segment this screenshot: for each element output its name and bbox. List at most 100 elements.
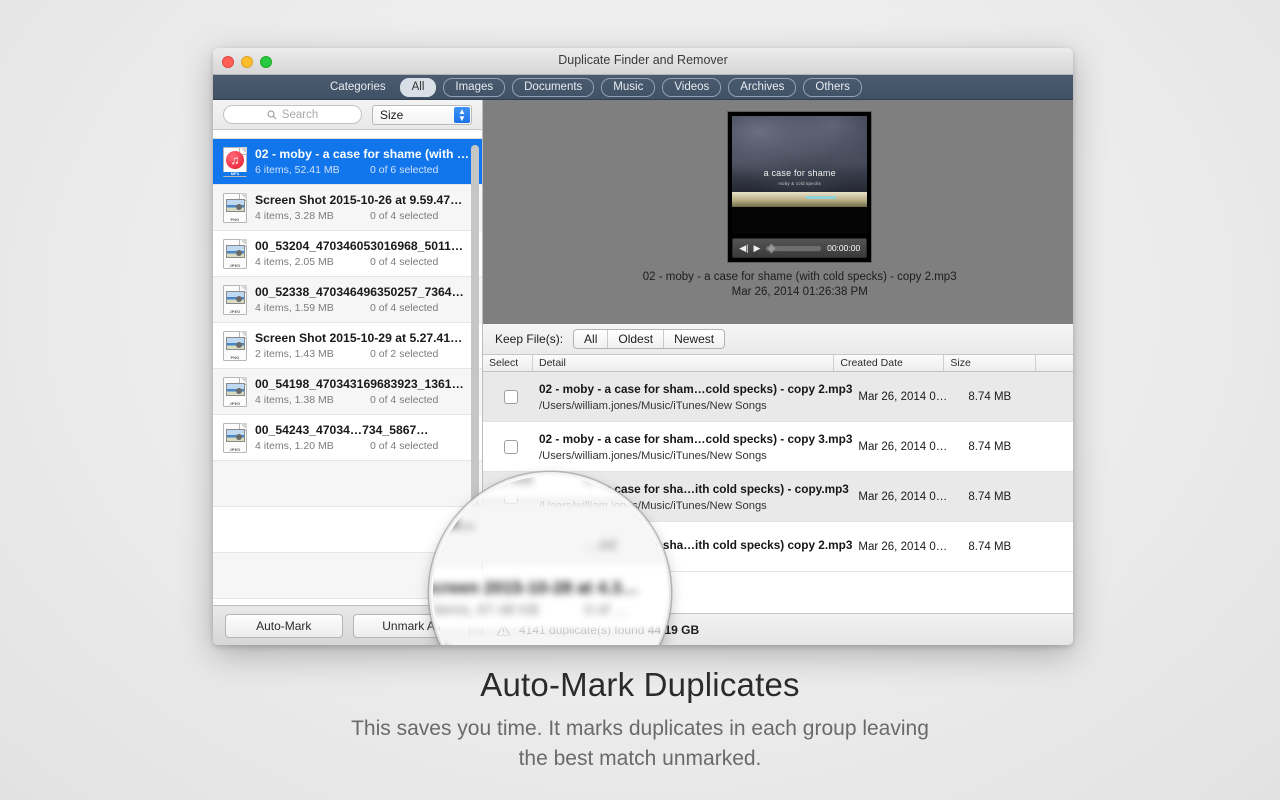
row-size: 8.74 MB bbox=[968, 490, 1012, 503]
group-title: 00_54198_470343169683923_1361… bbox=[255, 377, 464, 391]
tab-others[interactable]: Others bbox=[803, 77, 862, 97]
tab-videos[interactable]: Videos bbox=[662, 77, 722, 97]
row-size: 8.74 MB bbox=[968, 440, 1012, 453]
list-item[interactable]: JPEG 00_54198_470343169683923_1361… 4 it… bbox=[213, 369, 482, 415]
row-checkbox[interactable] bbox=[504, 539, 518, 554]
row-checkbox[interactable] bbox=[504, 489, 518, 504]
keep-all-button[interactable]: All bbox=[574, 330, 609, 348]
row-size: 8.74 MB bbox=[968, 540, 1012, 553]
table-row[interactable]: 02 - moby - a case for sha…ith cold spec… bbox=[483, 522, 1073, 572]
audio-player-controls[interactable]: ◀| ▶ 00:00:00 bbox=[732, 238, 868, 258]
jpeg-file-icon: JPEG bbox=[223, 238, 247, 269]
playback-time: 00:00:00 bbox=[827, 243, 861, 253]
list-item[interactable]: ♫ MP3 02 - moby - a case for shame (with… bbox=[213, 139, 482, 185]
row-size: 8.74 MB bbox=[968, 390, 1012, 403]
sidebar-footer: Auto-Mark Unmark All bbox=[213, 605, 482, 645]
row-file-name: 02 - moby - a case for sham…cold specks)… bbox=[539, 431, 853, 446]
list-item[interactable]: PNG Screen Shot 2015-10-26 at 9.59.47… 4… bbox=[213, 185, 482, 231]
row-created-date: Mar 26, 2014 0… bbox=[858, 490, 948, 503]
list-item[interactable]: JPEG 00_53204_470346053016968_5011… 4 it… bbox=[213, 231, 482, 277]
row-file-name: 02 - moby - a case for sham…cold specks)… bbox=[539, 381, 853, 396]
mp3-file-icon: ♫ MP3 bbox=[223, 146, 247, 177]
duplicate-files-table: 02 - moby - a case for sham…cold specks)… bbox=[483, 372, 1073, 613]
group-selected: 0 of 4 selected bbox=[370, 210, 439, 222]
row-file-path: /Users/william.jones/Music/iTunes/New So… bbox=[539, 449, 767, 462]
tab-music[interactable]: Music bbox=[601, 77, 656, 97]
tab-archives[interactable]: Archives bbox=[728, 77, 797, 97]
group-title: 00_54243_47034…734_5867… bbox=[255, 423, 429, 437]
list-item[interactable]: JPEG 00_52338_470346496350257_7364… 4 it… bbox=[213, 277, 482, 323]
list-item[interactable]: PNG Screen Shot 2015-10-29 at 5.27.41… 2… bbox=[213, 323, 482, 369]
keep-files-label: Keep File(s): bbox=[495, 332, 564, 346]
row-file-path: /Users/william.jones/Music/iTunes/New So… bbox=[539, 399, 767, 412]
list-item[interactable] bbox=[213, 461, 482, 507]
column-header-select[interactable]: Select bbox=[483, 355, 533, 371]
group-selected: 0 of 4 selected bbox=[370, 302, 439, 314]
search-icon bbox=[267, 109, 277, 119]
caption-heading: Auto-Mark Duplicates bbox=[480, 666, 800, 703]
jpeg-file-icon: JPEG bbox=[223, 422, 247, 453]
column-header-created-date[interactable]: Created Date bbox=[834, 355, 945, 371]
png-file-icon: PNG bbox=[223, 330, 247, 361]
group-list[interactable]: ♫ MP3 02 - moby - a case for shame (with… bbox=[213, 139, 482, 605]
group-items: 4 items, 3.28 MB bbox=[255, 210, 334, 222]
group-items: 2 items, 1.43 MB bbox=[255, 348, 334, 360]
row-created-date: Mar 26, 2014 0… bbox=[858, 540, 948, 553]
jpeg-file-icon: JPEG bbox=[223, 376, 247, 407]
file-preview: a case for shame moby & cold specks ◀| ▶… bbox=[483, 100, 1073, 324]
chevron-updown-icon: ▲ ▼ bbox=[454, 106, 470, 123]
sidebar-scrollbar-thumb[interactable] bbox=[471, 145, 479, 545]
group-items: 4 items, 2.05 MB bbox=[255, 256, 334, 268]
column-header-size[interactable]: Size bbox=[944, 355, 1037, 371]
group-selected: 0 of 4 selected bbox=[370, 256, 439, 268]
search-input[interactable]: Search bbox=[223, 105, 362, 124]
playback-knob[interactable] bbox=[766, 243, 777, 253]
list-top-spacer bbox=[213, 130, 482, 139]
column-header-blank-1[interactable] bbox=[1036, 355, 1073, 371]
auto-mark-button[interactable]: Auto-Mark bbox=[225, 613, 343, 638]
tab-images[interactable]: Images bbox=[443, 77, 506, 97]
row-file-name: 02 - moby - a case for sha…ith cold spec… bbox=[539, 481, 849, 496]
tab-all[interactable]: All bbox=[399, 77, 437, 97]
playback-slider[interactable] bbox=[765, 243, 823, 253]
album-title-text: a case for shame bbox=[763, 167, 836, 178]
table-row[interactable]: 02 - moby - a case for sham…cold specks)… bbox=[483, 372, 1073, 422]
sort-select-value: Size bbox=[380, 107, 404, 122]
tab-documents[interactable]: Documents bbox=[512, 77, 595, 97]
row-file-name: 02 - moby - a case for sha…ith cold spec… bbox=[539, 537, 853, 552]
detail-pane: a case for shame moby & cold specks ◀| ▶… bbox=[483, 100, 1073, 645]
keep-oldest-button[interactable]: Oldest bbox=[608, 330, 665, 348]
keep-files-bar: Keep File(s): All Oldest Newest bbox=[483, 324, 1073, 355]
preview-file-date: Mar 26, 2014 01:26:38 PM bbox=[731, 286, 868, 298]
sidebar-scrollbar[interactable] bbox=[471, 145, 479, 555]
group-items: 6 items, 52.41 MB bbox=[255, 164, 340, 176]
sort-select[interactable]: Size ▲ ▼ bbox=[372, 104, 472, 125]
list-item[interactable] bbox=[213, 553, 482, 599]
table-row[interactable]: 02 - moby - a case for sham…cold specks)… bbox=[483, 422, 1073, 472]
group-items: 4 items, 1.59 MB bbox=[255, 302, 334, 314]
keep-newest-button[interactable]: Newest bbox=[664, 330, 724, 348]
album-artwork: a case for shame moby & cold specks bbox=[732, 116, 868, 234]
group-items: 4 items, 1.20 MB bbox=[255, 440, 334, 452]
list-item[interactable]: JPEG 00_54243_47034…734_5867… 4 items, 1… bbox=[213, 415, 482, 461]
row-checkbox[interactable] bbox=[504, 389, 518, 404]
group-selected: 0 of 4 selected bbox=[370, 394, 439, 406]
row-created-date: Mar 26, 2014 0… bbox=[858, 390, 948, 403]
row-checkbox[interactable] bbox=[504, 439, 518, 454]
column-header-detail[interactable]: Detail bbox=[533, 355, 835, 371]
row-file-path: /Users/william.jones/Music/iTunes/New So… bbox=[539, 499, 767, 512]
app-window: Duplicate Finder and Remover Categories … bbox=[213, 48, 1073, 645]
rewind-icon[interactable]: ◀| bbox=[739, 243, 748, 253]
preview-file-name: 02 - moby - a case for shame (with cold … bbox=[642, 271, 957, 283]
group-title: Screen Shot 2015-10-29 at 5.27.41… bbox=[255, 331, 463, 345]
play-icon[interactable]: ▶ bbox=[753, 243, 760, 253]
png-file-icon: PNG bbox=[223, 192, 247, 223]
caption-line-2: the best match unmarked. bbox=[518, 747, 762, 770]
unmark-all-button[interactable]: Unmark All bbox=[352, 613, 470, 638]
list-item[interactable] bbox=[213, 507, 482, 553]
keep-files-segmented-control[interactable]: All Oldest Newest bbox=[573, 329, 726, 349]
album-subtitle-text: moby & cold specks bbox=[778, 180, 821, 186]
search-placeholder-text: Search bbox=[281, 108, 319, 121]
table-row[interactable]: 02 - moby - a case for sha…ith cold spec… bbox=[483, 472, 1073, 522]
group-title: 00_53204_470346053016968_5011… bbox=[255, 239, 464, 253]
